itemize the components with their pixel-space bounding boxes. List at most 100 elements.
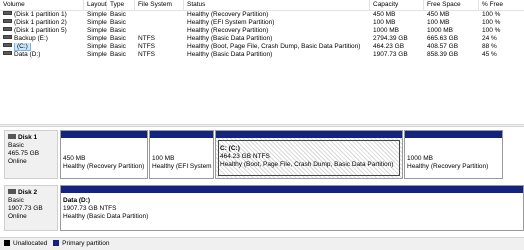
volume-name: (Disk 1 partition 1) xyxy=(14,11,67,18)
legend: Unallocated Primary partition xyxy=(0,237,524,250)
volume-pct-free: 100 % xyxy=(482,19,501,26)
volume-free: 450 MB xyxy=(427,11,450,18)
volume-status: Healthy (Basic Data Partition) xyxy=(187,51,273,58)
volume-pct-free: 45 % xyxy=(482,51,497,58)
partition-status: Healthy (Recovery Partition) xyxy=(407,163,489,170)
volume-type: Basic xyxy=(110,27,126,34)
column-status[interactable]: Status xyxy=(184,0,370,10)
volume-free: 1000 MB xyxy=(427,27,454,34)
volume-name: Backup (E:) xyxy=(14,35,48,42)
disk-state: Online xyxy=(8,158,27,165)
volume-free: 665.63 GB xyxy=(427,35,459,42)
disk-type: Basic xyxy=(8,142,24,149)
disk-name: Disk 1 xyxy=(18,134,38,141)
volume-row[interactable]: Data (D:) Simple Basic NTFS Healthy (Bas… xyxy=(0,51,524,59)
column-percent-free[interactable]: % Free xyxy=(479,0,524,10)
volume-fs xyxy=(135,11,184,19)
volume-capacity: 1907.73 GB xyxy=(373,51,408,58)
volume-status: Healthy (Basic Data Partition) xyxy=(187,35,273,42)
primary-partition-bar xyxy=(216,131,402,138)
volume-row-selected[interactable]: (C:) Simple Basic NTFS Healthy (Boot, Pa… xyxy=(0,43,524,51)
disk-size: 465.75 GB xyxy=(8,150,40,157)
volume-layout: Simple xyxy=(87,51,107,58)
partition-size: 1000 MB xyxy=(407,155,434,162)
partition-status: Healthy (Recovery Partition) xyxy=(63,163,145,170)
partition-size: 1907.73 GB NTFS xyxy=(63,205,117,212)
disk-type: Basic xyxy=(8,197,24,204)
column-free-space[interactable]: Free Space xyxy=(424,0,479,10)
partition-data-d[interactable]: Data (D:) 1907.73 GB NTFS Healthy (Basic… xyxy=(60,185,524,231)
volume-capacity: 100 MB xyxy=(373,19,396,26)
partition-size: 100 MB xyxy=(152,155,175,162)
volume-capacity: 464.23 GB xyxy=(373,43,405,50)
volume-layout: Simple xyxy=(87,19,107,26)
volume-fs: NTFS xyxy=(138,35,155,42)
volume-list-header: Volume Layout Type File System Status Ca… xyxy=(0,0,524,11)
volume-layout: Simple xyxy=(87,35,107,42)
disk-icon xyxy=(8,189,16,194)
disk-state: Online xyxy=(8,213,27,220)
partition-size: 450 MB xyxy=(63,155,86,162)
volume-layout: Simple xyxy=(87,11,107,18)
volume-type: Basic xyxy=(110,43,126,50)
primary-partition-bar xyxy=(61,131,147,138)
volume-name: Data (D:) xyxy=(14,51,41,58)
volume-capacity: 450 MB xyxy=(373,11,396,18)
volume-fs: NTFS xyxy=(138,51,155,58)
legend-primary: Primary partition xyxy=(62,240,110,247)
partition-c-selected[interactable]: C: (C:) 464.23 GB NTFS Healthy (Boot, Pa… xyxy=(215,130,403,179)
volume-fs: NTFS xyxy=(138,43,155,50)
legend-unallocated: Unallocated xyxy=(13,240,48,247)
volume-status: Healthy (Recovery Partition) xyxy=(187,11,269,18)
volume-type: Basic xyxy=(110,51,126,58)
volume-type: Basic xyxy=(110,19,126,26)
volume-free: 858.39 GB xyxy=(427,51,459,58)
column-file-system[interactable]: File System xyxy=(135,0,184,10)
partition-recovery-1[interactable]: 450 MB Healthy (Recovery Partition) xyxy=(60,130,148,179)
volume-pct-free: 24 % xyxy=(482,35,497,42)
volume-free: 100 MB xyxy=(427,19,450,26)
disk-2-label[interactable]: Disk 2 Basic 1907.73 GB Online xyxy=(4,185,58,231)
partition-status: Healthy (EFI System xyxy=(152,163,212,170)
primary-swatch xyxy=(53,240,60,246)
disk-1-label[interactable]: Disk 1 Basic 465.75 GB Online xyxy=(4,130,58,179)
disk-size: 1907.73 GB xyxy=(8,205,43,212)
column-volume[interactable]: Volume xyxy=(0,0,84,10)
volume-free: 408.57 GB xyxy=(427,43,459,50)
volume-row[interactable]: Backup (E:) Simple Basic NTFS Healthy (B… xyxy=(0,35,524,43)
column-type[interactable]: Type xyxy=(107,0,135,10)
disk-name: Disk 2 xyxy=(18,189,38,196)
column-layout[interactable]: Layout xyxy=(84,0,107,10)
partition-recovery-2[interactable]: 1000 MB Healthy (Recovery Partition) xyxy=(404,130,503,179)
volume-type: Basic xyxy=(110,35,126,42)
partition-efi[interactable]: 100 MB Healthy (EFI System xyxy=(149,130,214,179)
unallocated-swatch xyxy=(4,240,10,246)
volume-status: Healthy (EFI System Partition) xyxy=(187,19,275,26)
volume-type: Basic xyxy=(110,11,126,18)
volume-layout: Simple xyxy=(87,43,107,50)
disk-icon xyxy=(8,134,16,139)
drive-icon xyxy=(3,35,12,39)
primary-partition-bar xyxy=(61,186,523,193)
volume-list: Volume Layout Type File System Status Ca… xyxy=(0,0,524,124)
volume-status: Healthy (Boot, Page File, Crash Dump, Ba… xyxy=(187,43,361,50)
volume-name: (C:) xyxy=(14,43,31,51)
partition-status: Healthy (Basic Data Partition) xyxy=(63,213,149,220)
volume-pct-free: 100 % xyxy=(482,11,501,18)
volume-row[interactable]: (Disk 1 partition 2) Simple Basic Health… xyxy=(0,19,524,27)
partition-status: Healthy (Boot, Page File, Crash Dump, Ba… xyxy=(220,161,394,168)
volume-pct-free: 88 % xyxy=(482,43,497,50)
volume-status: Healthy (Recovery Partition) xyxy=(187,27,269,34)
column-capacity[interactable]: Capacity xyxy=(370,0,424,10)
volume-name: (Disk 1 partition 2) xyxy=(14,19,67,26)
volume-name: (Disk 1 partition 5) xyxy=(14,27,67,34)
volume-capacity: 2794.39 GB xyxy=(373,35,408,42)
volume-row[interactable]: (Disk 1 partition 1) Simple Basic Health… xyxy=(0,11,524,19)
volume-capacity: 1000 MB xyxy=(373,27,400,34)
volume-fs xyxy=(135,19,184,27)
drive-icon xyxy=(3,19,12,23)
primary-partition-bar xyxy=(150,131,213,138)
disk-map: Disk 1 Basic 465.75 GB Online 450 MB Hea… xyxy=(0,127,524,250)
volume-row[interactable]: (Disk 1 partition 5) Simple Basic Health… xyxy=(0,27,524,35)
drive-icon xyxy=(3,43,12,47)
